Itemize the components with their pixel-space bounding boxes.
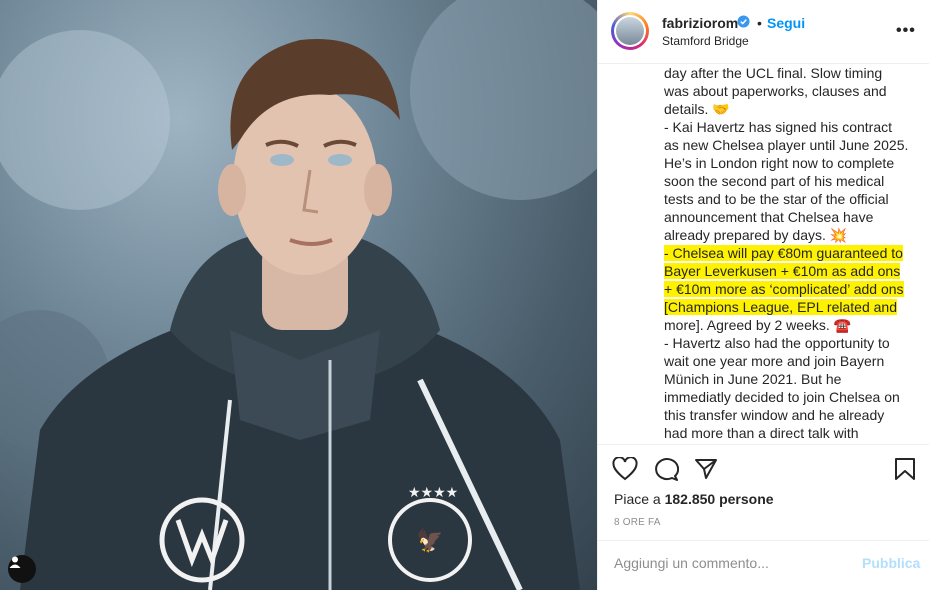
likes-suffix: persone bbox=[715, 491, 774, 507]
caption-line-text: more]. Agreed by 2 weeks. ☎️ bbox=[664, 317, 852, 333]
caption-line-text: had more than a direct talk with bbox=[664, 425, 859, 441]
caption-line-text: announcement that Chelsea have bbox=[664, 209, 874, 225]
caption-line-text: - Chelsea will pay €80m guaranteed to bbox=[664, 245, 903, 261]
player-photo-illustration: 🦅 ★★★★ bbox=[0, 0, 597, 590]
caption-line: Münich in June 2021. But he bbox=[664, 370, 914, 388]
avatar[interactable] bbox=[611, 12, 649, 50]
caption-line-text: immediatly decided to join Chelsea on bbox=[664, 389, 900, 405]
caption-line-text: wait one year more and join Bayern bbox=[664, 353, 885, 369]
caption-line-text: details. 🤝 bbox=[664, 101, 730, 117]
caption-line: soon the second part of his medical bbox=[664, 172, 914, 190]
caption-line: - Kai Havertz has signed his contract bbox=[664, 118, 914, 136]
caption-line: details. 🤝 bbox=[664, 100, 914, 118]
caption-line: [Champions League, EPL related and bbox=[664, 298, 914, 316]
comment-icon[interactable] bbox=[653, 457, 679, 481]
caption-line: this transfer window and he already bbox=[664, 406, 914, 424]
caption-line: had more than a direct talk with bbox=[664, 424, 914, 442]
post-side-panel: fabriziorom • Segui Stamford Bridge ••• … bbox=[597, 0, 929, 590]
verified-badge-icon bbox=[737, 15, 750, 28]
caption-line: Bayer Leverkusen + €10m as add ons bbox=[664, 262, 914, 280]
follow-button[interactable]: Segui bbox=[767, 15, 805, 31]
caption-line: + €10m more as ‘complicated’ add ons bbox=[664, 280, 914, 298]
svg-text:★★★★: ★★★★ bbox=[408, 485, 458, 501]
caption-line-text: + €10m more as ‘complicated’ add ons bbox=[664, 281, 904, 297]
likes-count[interactable]: Piace a 182.850 persone bbox=[614, 491, 774, 507]
caption-line-text: as new Chelsea player until June 2025. bbox=[664, 137, 909, 153]
heart-icon[interactable] bbox=[612, 457, 638, 481]
caption-line-text: day after the UCL final. Slow timing bbox=[664, 65, 883, 81]
caption-line: was about paperworks, clauses and bbox=[664, 82, 914, 100]
caption-line-text: [Champions League, EPL related and bbox=[664, 299, 897, 315]
caption-line-text: He’s in London right now to complete bbox=[664, 155, 895, 171]
caption-line-text: - Havertz also had the opportunity to bbox=[664, 335, 890, 351]
username-link[interactable]: fabriziorom bbox=[662, 15, 738, 31]
more-options-icon[interactable]: ••• bbox=[896, 22, 916, 40]
user-tag-icon[interactable] bbox=[8, 555, 36, 583]
caption-line-text: was about paperworks, clauses and bbox=[664, 83, 887, 99]
caption-line: He’s in London right now to complete bbox=[664, 154, 914, 172]
svg-text:🦅: 🦅 bbox=[416, 527, 443, 554]
caption-line: day after the UCL final. Slow timing bbox=[664, 64, 914, 82]
caption-line-text: - Kai Havertz has signed his contract bbox=[664, 119, 892, 135]
caption-line: wait one year more and join Bayern bbox=[664, 352, 914, 370]
caption-line: - Havertz also had the opportunity to bbox=[664, 334, 914, 352]
caption-line-text: Münich in June 2021. But he bbox=[664, 371, 842, 387]
caption-line: already prepared by days. 💥 bbox=[664, 226, 914, 244]
caption-line-text: tests and to be the star of the official bbox=[664, 191, 889, 207]
caption-line-text: already prepared by days. 💥 bbox=[664, 227, 848, 243]
post-timestamp: 8 ORE FA bbox=[614, 517, 661, 528]
caption-line-text: Bayer Leverkusen + €10m as add ons bbox=[664, 263, 901, 279]
caption-line: as new Chelsea player until June 2025. bbox=[664, 136, 914, 154]
caption-line-text: this transfer window and he already bbox=[664, 407, 885, 423]
likes-number: 182.850 bbox=[664, 491, 716, 507]
comment-bar: Pubblica bbox=[598, 540, 929, 591]
publish-button[interactable]: Pubblica bbox=[862, 555, 920, 571]
comment-input[interactable] bbox=[614, 555, 834, 571]
bookmark-icon[interactable] bbox=[894, 457, 916, 481]
post-actions: Piace a 182.850 persone 8 ORE FA Pubblic… bbox=[598, 444, 929, 590]
caption-line: immediatly decided to join Chelsea on bbox=[664, 388, 914, 406]
share-icon[interactable] bbox=[694, 457, 718, 481]
caption-line: - Chelsea will pay €80m guaranteed to bbox=[664, 244, 914, 262]
post-caption: day after the UCL final. Slow timing was … bbox=[664, 64, 914, 444]
likes-prefix: Piace a bbox=[614, 491, 665, 507]
caption-line: announcement that Chelsea have bbox=[664, 208, 914, 226]
caption-line: more]. Agreed by 2 weeks. ☎️ bbox=[664, 316, 914, 334]
location-link[interactable]: Stamford Bridge bbox=[662, 34, 749, 48]
caption-line: tests and to be the star of the official bbox=[664, 190, 914, 208]
caption-line-text: soon the second part of his medical bbox=[664, 173, 885, 189]
separator-dot: • bbox=[757, 15, 762, 31]
post-header: fabriziorom • Segui Stamford Bridge ••• bbox=[598, 0, 929, 64]
post-photo[interactable]: 🦅 ★★★★ bbox=[0, 0, 597, 590]
